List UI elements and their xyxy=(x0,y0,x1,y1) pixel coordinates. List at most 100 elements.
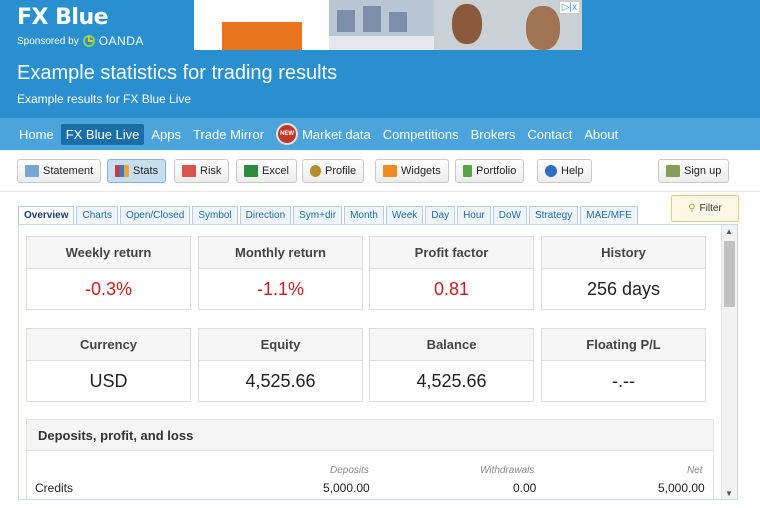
nav-apps[interactable]: Apps xyxy=(146,124,186,145)
tab-charts[interactable]: Charts xyxy=(76,206,118,225)
stats-button[interactable]: Stats xyxy=(107,159,167,183)
card-value: 0.81 xyxy=(433,279,470,299)
card-label: Monthly return xyxy=(199,237,362,269)
ad-close-icon[interactable]: ▷|x xyxy=(558,1,580,14)
currency-card: Currency USD xyxy=(26,328,191,402)
filter-icon: ⚲ xyxy=(688,203,696,214)
vertical-scrollbar[interactable]: ▲ ▼ xyxy=(721,225,737,499)
sponsor-line: Sponsored by OANDA xyxy=(17,34,144,48)
stats-panel[interactable]: Weekly return -0.3% Monthly return -1.1%… xyxy=(18,224,738,500)
scroll-thumb[interactable] xyxy=(724,241,735,307)
risk-button[interactable]: Risk xyxy=(174,159,230,183)
nav-market-data-label: Market data xyxy=(302,126,371,142)
card-label: History xyxy=(542,237,705,269)
help-label: Help xyxy=(561,165,584,177)
main-navigation: Home FX Blue Live Apps Trade Mirror NEW … xyxy=(0,118,760,150)
nav-contact[interactable]: Contact xyxy=(522,124,577,145)
card-label: Equity xyxy=(199,329,362,361)
net-cell: 5,000.00 xyxy=(658,481,705,495)
profile-label: Profile xyxy=(325,165,357,177)
nav-fx-blue-live[interactable]: FX Blue Live xyxy=(60,123,145,145)
page-subtitle: Example results for FX Blue Live xyxy=(17,92,192,106)
nav-competitions[interactable]: Competitions xyxy=(378,124,464,145)
equity-card: Equity 4,525.66 xyxy=(198,328,363,402)
profile-icon xyxy=(310,165,321,177)
statement-icon xyxy=(25,165,39,177)
stats-label: Stats xyxy=(133,165,159,177)
sign-up-icon xyxy=(666,165,680,177)
tab-week[interactable]: Week xyxy=(385,206,424,225)
card-value: -.-- xyxy=(612,371,635,391)
help-button[interactable]: Help xyxy=(537,159,592,183)
card-label: Currency xyxy=(27,329,190,361)
deposits-cell: 5,000.00 xyxy=(323,481,370,495)
fxblue-logo[interactable]: FX Blue xyxy=(17,5,109,30)
bar-chart-icon xyxy=(115,165,129,177)
rss-icon xyxy=(383,165,397,177)
advertisement-banner[interactable]: ▷|x xyxy=(194,0,582,50)
card-label: Balance xyxy=(370,329,533,361)
card-value: -1.1% xyxy=(256,279,305,299)
nav-trade-mirror[interactable]: Trade Mirror xyxy=(188,124,269,145)
toolbar: Statement Stats Risk Excel Profile Widge… xyxy=(0,150,760,192)
risk-icon xyxy=(182,165,196,177)
nav-brokers[interactable]: Brokers xyxy=(466,124,521,145)
sign-up-button[interactable]: Sign up xyxy=(658,159,730,183)
tab-dow[interactable]: DoW xyxy=(492,206,527,225)
card-value: 4,525.66 xyxy=(416,371,487,391)
section-title: Deposits, profit, and loss xyxy=(27,420,713,451)
excel-icon xyxy=(244,165,258,177)
risk-label: Risk xyxy=(200,165,222,177)
profit-factor-card: Profit factor 0.81 xyxy=(369,236,534,310)
ad-person-image xyxy=(526,6,560,50)
scroll-down-arrow-icon[interactable]: ▼ xyxy=(721,487,737,499)
statement-label: Statement xyxy=(43,165,94,177)
site-header: FX Blue Sponsored by OANDA ▷|x Example s… xyxy=(0,0,760,118)
floating-pl-card: Floating P/L -.-- xyxy=(541,328,706,402)
withdrawals-column-header: Withdrawals xyxy=(480,465,535,476)
card-value: -0.3% xyxy=(84,279,133,299)
tab-hour[interactable]: Hour xyxy=(457,206,491,225)
ad-panel-house xyxy=(329,0,434,50)
nav-about[interactable]: About xyxy=(579,124,623,145)
net-column-header: Net xyxy=(687,465,703,476)
tab-month[interactable]: Month xyxy=(344,206,384,225)
tab-mae-mfe[interactable]: MAE/MFE xyxy=(580,206,638,225)
history-card: History 256 days xyxy=(541,236,706,310)
widgets-button[interactable]: Widgets xyxy=(375,159,449,183)
scroll-up-arrow-icon[interactable]: ▲ xyxy=(721,225,737,239)
weekly-return-card: Weekly return -0.3% xyxy=(26,236,191,310)
card-value: 4,525.66 xyxy=(245,371,316,391)
portfolio-button[interactable]: Portfolio xyxy=(455,159,525,183)
help-icon xyxy=(545,165,557,177)
portfolio-icon xyxy=(463,165,472,177)
ad-person-image xyxy=(452,4,482,44)
card-label: Weekly return xyxy=(27,237,190,269)
filter-label: Filter xyxy=(699,203,722,214)
nav-market-data[interactable]: NEW Market data xyxy=(271,120,376,148)
card-value: 256 days xyxy=(586,279,661,299)
tab-strategy[interactable]: Strategy xyxy=(529,206,579,225)
withdrawals-cell: 0.00 xyxy=(513,481,537,495)
sponsor-name: OANDA xyxy=(98,34,144,48)
ad-orange-shape xyxy=(222,22,302,50)
statement-button[interactable]: Statement xyxy=(17,159,102,183)
nav-home[interactable]: Home xyxy=(14,124,59,145)
tab-symbol[interactable]: Symbol xyxy=(192,206,238,225)
stats-tabs: Overview Charts Open/Closed Symbol Direc… xyxy=(18,206,640,225)
profile-button[interactable]: Profile xyxy=(302,159,365,183)
card-label: Floating P/L xyxy=(542,329,705,361)
tab-open-closed[interactable]: Open/Closed xyxy=(119,206,191,225)
filter-button[interactable]: ⚲ Filter xyxy=(671,195,739,222)
excel-button[interactable]: Excel xyxy=(236,159,297,183)
monthly-return-card: Monthly return -1.1% xyxy=(198,236,363,310)
portfolio-label: Portfolio xyxy=(476,165,517,177)
card-value: USD xyxy=(89,371,128,391)
tab-overview[interactable]: Overview xyxy=(18,206,75,225)
tab-direction[interactable]: Direction xyxy=(239,206,292,225)
ad-panel-left xyxy=(194,0,329,50)
sponsored-by-label: Sponsored by xyxy=(17,35,79,47)
tab-sym-dir[interactable]: Sym+dir xyxy=(293,206,343,225)
new-badge-icon: NEW xyxy=(276,123,299,145)
tab-day[interactable]: Day xyxy=(425,206,456,225)
